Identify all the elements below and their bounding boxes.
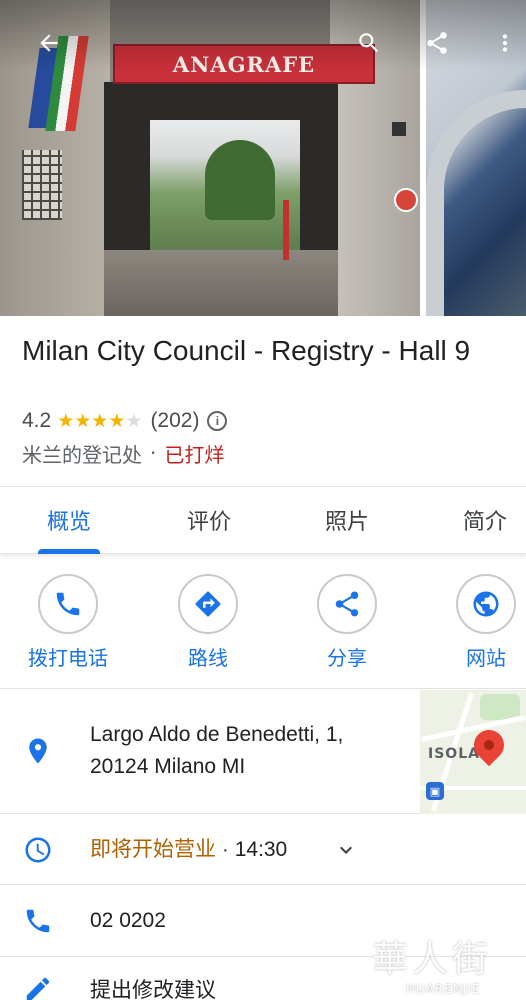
suggest-edit-label[interactable]: 提出修改建议 <box>90 975 216 1000</box>
tab-reviews[interactable]: 评价 <box>160 487 258 553</box>
photo-floor <box>104 250 338 316</box>
hours-text[interactable]: 即将开始营业 · 14:30 <box>90 834 287 866</box>
hours-status: 即将开始营业 <box>90 838 216 861</box>
watermark-logo: 華人街 <box>372 939 493 980</box>
place-tabs: 概览 评价 照片 简介 <box>0 486 526 554</box>
star-empty-icon: ★ <box>125 410 143 432</box>
globe-icon <box>473 591 499 617</box>
separator-dot: · <box>150 441 157 465</box>
share-icon <box>335 591 359 617</box>
photo-pole <box>283 200 289 260</box>
quick-actions: 拨打电话 路线 分享 网站 <box>0 574 526 686</box>
photo-plaque <box>392 122 406 136</box>
call-button-circle[interactable] <box>38 574 98 634</box>
star-icon: ★ <box>57 410 75 432</box>
share-button[interactable]: 分享 <box>297 574 397 674</box>
website-button-label: 网站 <box>466 646 506 670</box>
info-icon[interactable]: i <box>207 411 228 431</box>
address-line-1: Largo Aldo de Benedetti, 1, <box>90 723 344 746</box>
address-text[interactable]: Largo Aldo de Benedetti, 1, 20124 Milano… <box>90 719 343 783</box>
edit-pencil-icon <box>22 973 54 1000</box>
share-button-circle[interactable] <box>317 574 377 634</box>
map-area-label: ISOLA <box>428 746 480 762</box>
more-vert-icon <box>502 34 508 52</box>
map-thumbnail[interactable]: ISOLA ▣ <box>420 690 526 814</box>
photo-window <box>22 150 62 220</box>
search-button[interactable] <box>352 26 386 60</box>
star-icon: ★ <box>74 410 92 432</box>
call-button[interactable]: 拨打电话 <box>18 574 118 674</box>
map-road <box>420 715 526 742</box>
website-button[interactable]: 网站 <box>436 574 526 674</box>
website-button-circle[interactable] <box>456 574 516 634</box>
place-title: Milan City Council - Registry - Hall 9 <box>22 335 471 366</box>
star-icon: ★ <box>108 410 126 432</box>
back-button[interactable] <box>32 26 66 60</box>
rating-value: 4.2 <box>22 409 52 432</box>
open-status: 已打烊 <box>164 442 225 467</box>
share-button-label: 分享 <box>327 646 367 670</box>
phone-icon <box>56 592 80 616</box>
tab-about[interactable]: 简介 <box>436 487 526 553</box>
metro-icon: ▣ <box>426 782 444 800</box>
directions-icon <box>195 591 221 617</box>
chevron-down-icon[interactable] <box>334 838 358 862</box>
reviews-count[interactable]: (202) <box>150 409 199 433</box>
call-button-label: 拨打电话 <box>28 646 108 670</box>
hours-time: 14:30 <box>234 838 288 861</box>
category-status-row: 米兰的登记处 · 已打烊 <box>22 438 224 468</box>
photo-tree <box>205 140 275 220</box>
phone-number[interactable]: 02 0202 <box>90 905 166 937</box>
hours-row[interactable]: 即将开始营业 · 14:30 <box>0 814 526 885</box>
directions-button[interactable]: 路线 <box>158 574 258 674</box>
search-icon <box>359 33 379 53</box>
hours-separator: · <box>221 838 229 861</box>
arrow-back-icon <box>40 34 58 52</box>
hero-photos[interactable]: ANAGRAFE <box>0 0 526 316</box>
phone-icon <box>22 905 54 937</box>
more-options-button[interactable] <box>488 26 522 60</box>
watermark-text: HUARENJIE <box>406 982 481 996</box>
directions-button-circle[interactable] <box>178 574 238 634</box>
active-tab-indicator <box>38 549 100 554</box>
rating-stars: ★ ★ ★ ★ ★ <box>57 412 142 431</box>
tab-overview[interactable]: 概览 <box>20 487 118 553</box>
place-category: 米兰的登记处 <box>22 442 142 467</box>
rating-row[interactable]: 4.2 ★ ★ ★ ★ ★ (202) i <box>22 406 228 436</box>
address-line-2: 20124 Milano MI <box>90 755 246 778</box>
directions-button-label: 路线 <box>188 646 228 670</box>
photo-no-entry-sign <box>394 188 418 212</box>
share-icon <box>427 32 447 54</box>
watermark: 華人街 HUARENJIE <box>372 940 522 1000</box>
star-icon: ★ <box>91 410 109 432</box>
share-top-button[interactable] <box>420 26 454 60</box>
location-pin-icon <box>22 735 54 767</box>
tab-photos[interactable]: 照片 <box>298 487 396 553</box>
clock-icon <box>22 834 54 866</box>
